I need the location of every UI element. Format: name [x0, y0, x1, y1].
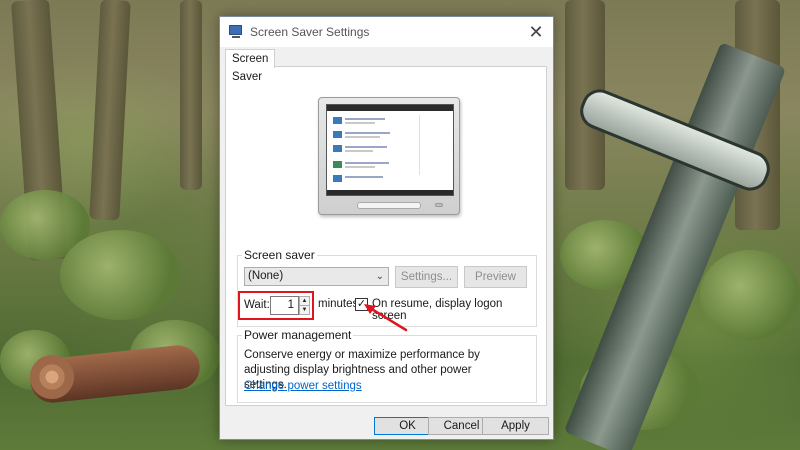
- minutes-label: minutes: [318, 298, 359, 310]
- bush: [700, 250, 800, 340]
- close-button[interactable]: ✕: [519, 17, 553, 47]
- bush: [60, 230, 180, 320]
- screen-saver-selected: (None): [248, 270, 284, 282]
- checkmark-icon: ✓: [356, 298, 367, 310]
- window-title: Screen Saver Settings: [250, 25, 370, 39]
- monitor-slot: [357, 202, 421, 209]
- screen-saver-settings-dialog: Screen Saver Settings ✕ Screen Saver Scr…: [219, 16, 554, 440]
- spin-up-icon[interactable]: ▲: [300, 297, 309, 306]
- resume-checkbox-label[interactable]: On resume, display logon screen: [372, 298, 536, 322]
- tree-trunk: [89, 0, 131, 221]
- resume-checkbox[interactable]: ✓: [355, 298, 368, 311]
- change-power-settings-link[interactable]: Change power settings: [244, 380, 362, 392]
- power-management-group-label: Power management: [242, 328, 354, 342]
- power-management-group: Power management Conserve energy or maxi…: [237, 328, 537, 403]
- monitor-icon: [228, 25, 244, 39]
- close-icon: ✕: [528, 21, 544, 42]
- title-bar[interactable]: Screen Saver Settings ✕: [220, 17, 553, 47]
- screen-saver-group: Screen saver (None) ⌄ Settings... Previe…: [237, 248, 537, 327]
- preview-screen: [326, 104, 454, 196]
- tree-trunk: [180, 0, 202, 190]
- screen-saver-group-label: Screen saver: [242, 248, 317, 262]
- wait-label: Wait:: [244, 299, 270, 311]
- tab-screen-saver[interactable]: Screen Saver: [225, 49, 276, 83]
- wait-highlight: Wait: 1 ▲ ▼: [238, 291, 314, 320]
- monitor-preview: [318, 97, 460, 215]
- preview-button[interactable]: Preview: [464, 266, 527, 288]
- screen-saver-dropdown[interactable]: (None) ⌄: [244, 267, 389, 286]
- chevron-down-icon: ⌄: [375, 271, 384, 282]
- apply-button[interactable]: Apply: [482, 417, 549, 435]
- wait-minutes-input[interactable]: 1: [270, 296, 299, 315]
- power-led: [435, 203, 443, 207]
- tab-panel: Screen saver (None) ⌄ Settings... Previe…: [225, 66, 547, 406]
- settings-button[interactable]: Settings...: [395, 266, 458, 288]
- spin-down-icon[interactable]: ▼: [300, 306, 309, 314]
- wait-spinner[interactable]: ▲ ▼: [299, 296, 310, 315]
